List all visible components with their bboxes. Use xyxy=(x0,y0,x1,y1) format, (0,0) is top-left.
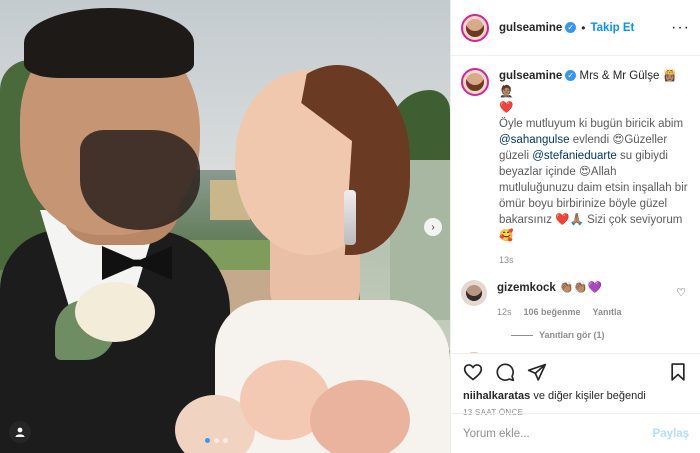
share-send-icon[interactable] xyxy=(527,362,547,382)
caption: gulseamine ✓ Mrs & Mr Gülşe 👸🏽🤵🏽 ❤️ Öyle … xyxy=(461,68,690,268)
carousel-dots xyxy=(205,438,228,443)
commenter-avatar[interactable] xyxy=(461,352,487,353)
view-replies-label: Yanıtları gör (1) xyxy=(539,330,605,340)
replies-line xyxy=(511,334,533,336)
comment-item: tulinsahinofficial 👏🏽❤️🍾 ♡ xyxy=(461,352,690,353)
caption-body-3: su gibiydi beyazlar içinde 😍Allah mutlul… xyxy=(499,150,688,242)
post-header: gulseamine ✓ • Takip Et ··· xyxy=(451,0,700,56)
comment-bubble-icon[interactable] xyxy=(495,362,515,382)
verified-badge-icon: ✓ xyxy=(565,70,577,82)
caption-age: 13s xyxy=(499,255,514,265)
instagram-post: › gulseamine ✓ • Takip Et ··· gulseamine… xyxy=(0,0,700,453)
comment-input[interactable] xyxy=(463,427,653,440)
add-comment-bar: Paylaş xyxy=(451,413,700,453)
next-photo-arrow-icon[interactable]: › xyxy=(424,218,442,236)
more-options-icon[interactable]: ··· xyxy=(671,19,690,37)
carousel-dot xyxy=(214,438,219,443)
comment-age: 12s xyxy=(497,307,512,317)
tagged-people-icon[interactable] xyxy=(9,421,31,443)
mention-link[interactable]: @stefanieduarte xyxy=(532,150,617,162)
caption-body-1: Öyle mutluyum ki bugün biricik abim xyxy=(499,118,684,130)
reply-button[interactable]: Yanıtla xyxy=(593,304,622,320)
bouquet-rose xyxy=(310,380,410,453)
like-comment-heart-icon[interactable]: ♡ xyxy=(676,286,686,299)
comment-likes[interactable]: 106 beğenme xyxy=(524,304,581,320)
comment-text: 👏🏽👏🏽💜 xyxy=(559,282,602,294)
caption-username[interactable]: gulseamine xyxy=(499,70,562,82)
comment-meta: 12s 106 beğenme Yanıtla xyxy=(497,304,677,320)
boutonniere-rose xyxy=(75,282,155,342)
mention-link[interactable]: @sahangulse xyxy=(499,134,570,146)
verified-badge-icon: ✓ xyxy=(565,22,577,33)
groom-hair xyxy=(24,8,194,78)
separator-dot: • xyxy=(581,20,586,35)
like-heart-icon[interactable] xyxy=(463,362,483,382)
caption-avatar[interactable] xyxy=(461,68,489,96)
caption-heart: ❤️ xyxy=(499,102,514,114)
comment-item: gizemkock 👏🏽👏🏽💜 12s 106 beğenme Yanıtla … xyxy=(461,280,690,320)
comments-list[interactable]: gulseamine ✓ Mrs & Mr Gülşe 👸🏽🤵🏽 ❤️ Öyle … xyxy=(451,56,700,353)
liked-by: niihalkaratas ve diğer kişiler beğendi xyxy=(463,390,688,402)
liked-by-rest[interactable]: ve diğer kişiler beğendi xyxy=(533,390,646,402)
action-icons xyxy=(463,362,688,382)
carousel-dot xyxy=(223,438,228,443)
post-sidebar: gulseamine ✓ • Takip Et ··· gulseamine ✓ … xyxy=(450,0,700,453)
groom-beard xyxy=(80,130,200,230)
post-photo[interactable]: › xyxy=(0,0,450,453)
carousel-dot xyxy=(205,438,210,443)
liked-by-user[interactable]: niihalkaratas xyxy=(463,390,530,402)
commenter-username[interactable]: gizemkock xyxy=(497,282,556,294)
view-replies-button[interactable]: Yanıtları gör (1) xyxy=(511,330,690,340)
author-avatar[interactable] xyxy=(461,13,489,42)
bride-earring xyxy=(344,190,356,245)
author-username[interactable]: gulseamine xyxy=(499,22,562,34)
caption-text: gulseamine ✓ Mrs & Mr Gülşe 👸🏽🤵🏽 ❤️ Öyle … xyxy=(499,68,689,268)
comment-body: tulinsahinofficial 👏🏽❤️🍾 xyxy=(497,352,677,353)
post-comment-button[interactable]: Paylaş xyxy=(653,428,689,440)
follow-button[interactable]: Takip Et xyxy=(590,22,634,34)
comment-body: gizemkock 👏🏽👏🏽💜 12s 106 beğenme Yanıtla xyxy=(497,280,677,320)
save-bookmark-icon[interactable] xyxy=(668,362,688,382)
commenter-avatar[interactable] xyxy=(461,280,487,306)
